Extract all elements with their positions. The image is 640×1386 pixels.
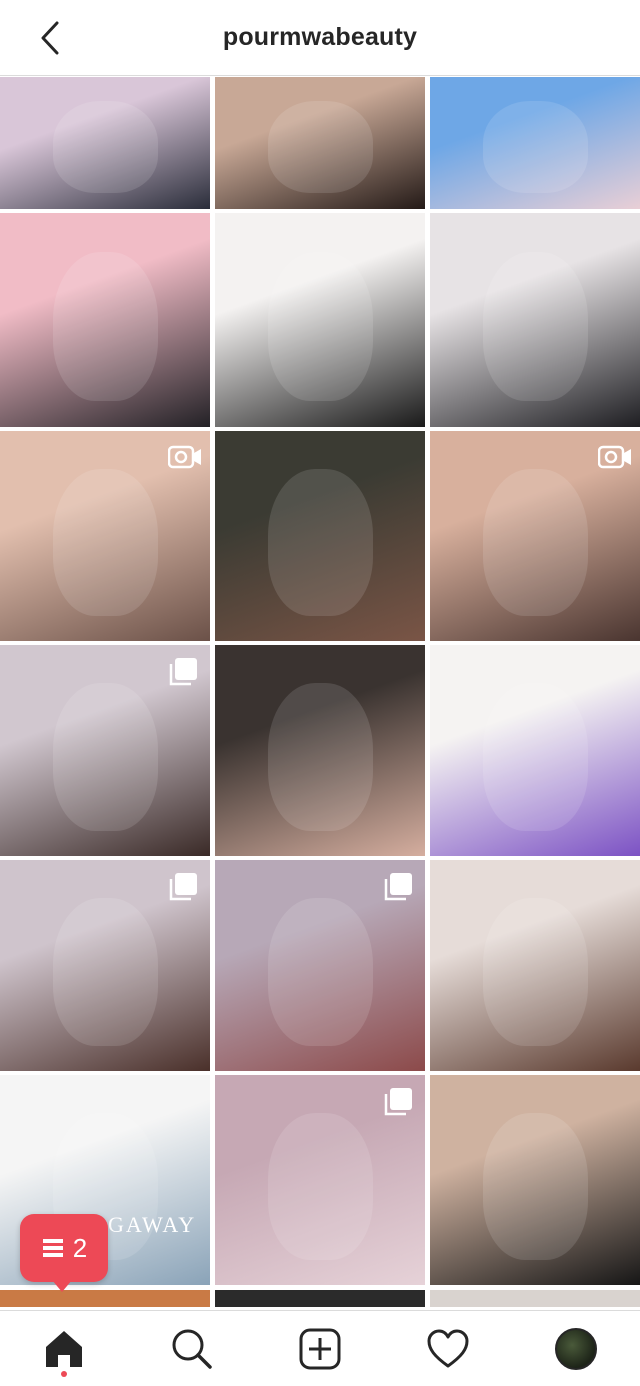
post-image [267, 682, 373, 831]
post-image [482, 251, 588, 402]
post-tile-partial[interactable] [430, 1290, 640, 1307]
add-post-icon [299, 1328, 341, 1369]
post-tile-face-closeup[interactable] [430, 431, 640, 641]
post-tile-eyebrow-closeup[interactable] [0, 431, 210, 641]
home-icon [46, 1330, 82, 1367]
comment-icon [42, 1239, 63, 1257]
post-tile-tweezers[interactable] [430, 77, 640, 209]
page-title: pourmwabeauty [222, 23, 418, 51]
nav-activity[interactable] [416, 1317, 480, 1381]
post-tile-brush-sponge[interactable] [215, 213, 425, 427]
post-image [267, 251, 373, 402]
notification-count: 2 [72, 1232, 88, 1263]
post-tile-partial[interactable] [215, 1290, 425, 1307]
nav-profile[interactable] [544, 1317, 608, 1381]
post-image [482, 682, 588, 831]
chevron-left-icon [41, 21, 59, 55]
carousel-icon [383, 1087, 417, 1117]
post-tile-loreal-products[interactable] [430, 645, 640, 856]
search-icon [172, 1329, 212, 1369]
back-button[interactable] [34, 20, 66, 56]
home-active-dot [61, 1370, 67, 1377]
post-image [52, 468, 158, 616]
carousel-icon [168, 657, 202, 687]
activity-notification[interactable]: 2 [20, 1214, 108, 1282]
heart-icon [427, 1329, 469, 1367]
post-tile-black-mask[interactable] [430, 1075, 640, 1285]
post-image [267, 1112, 373, 1260]
post-image [482, 100, 588, 194]
top-bar: pourmwabeauty [0, 0, 640, 76]
post-tile-smokey-eye[interactable] [215, 645, 425, 856]
post-tile-woman-portrait[interactable] [215, 77, 425, 209]
nav-create[interactable] [288, 1317, 352, 1381]
nav-search[interactable] [160, 1317, 224, 1381]
post-tile-brush-box[interactable] [0, 213, 210, 427]
video-icon [168, 443, 202, 473]
post-image [52, 682, 158, 831]
post-image [267, 897, 373, 1046]
nav-home[interactable] [32, 1317, 96, 1381]
post-tile-partial[interactable] [0, 1290, 210, 1307]
post-tile-headpiece[interactable] [215, 1075, 425, 1285]
post-tile-brush-set[interactable] [0, 77, 210, 209]
post-image [52, 100, 158, 194]
post-image [52, 251, 158, 402]
post-grid [0, 77, 640, 1307]
post-tile-pink-eye-makeup[interactable] [0, 860, 210, 1071]
post-tile-blue-eye-makeup[interactable] [0, 645, 210, 856]
post-image [482, 897, 588, 1046]
post-image [52, 897, 158, 1046]
carousel-icon [168, 872, 202, 902]
post-tile-pink-lips[interactable] [215, 860, 425, 1071]
post-tile-numbered-brushes[interactable] [430, 213, 640, 427]
notification-tail [52, 1280, 72, 1292]
giveaway-text: GAWAY [108, 1212, 197, 1237]
post-tile-red-lips[interactable] [430, 860, 640, 1071]
video-icon [598, 443, 632, 473]
carousel-icon [383, 872, 417, 902]
post-image [482, 468, 588, 616]
post-tile-sequin-dress[interactable] [215, 431, 425, 641]
post-image [267, 100, 373, 194]
post-image [482, 1112, 588, 1260]
post-image [267, 468, 373, 616]
avatar [555, 1327, 597, 1370]
bottom-nav [0, 1310, 640, 1386]
